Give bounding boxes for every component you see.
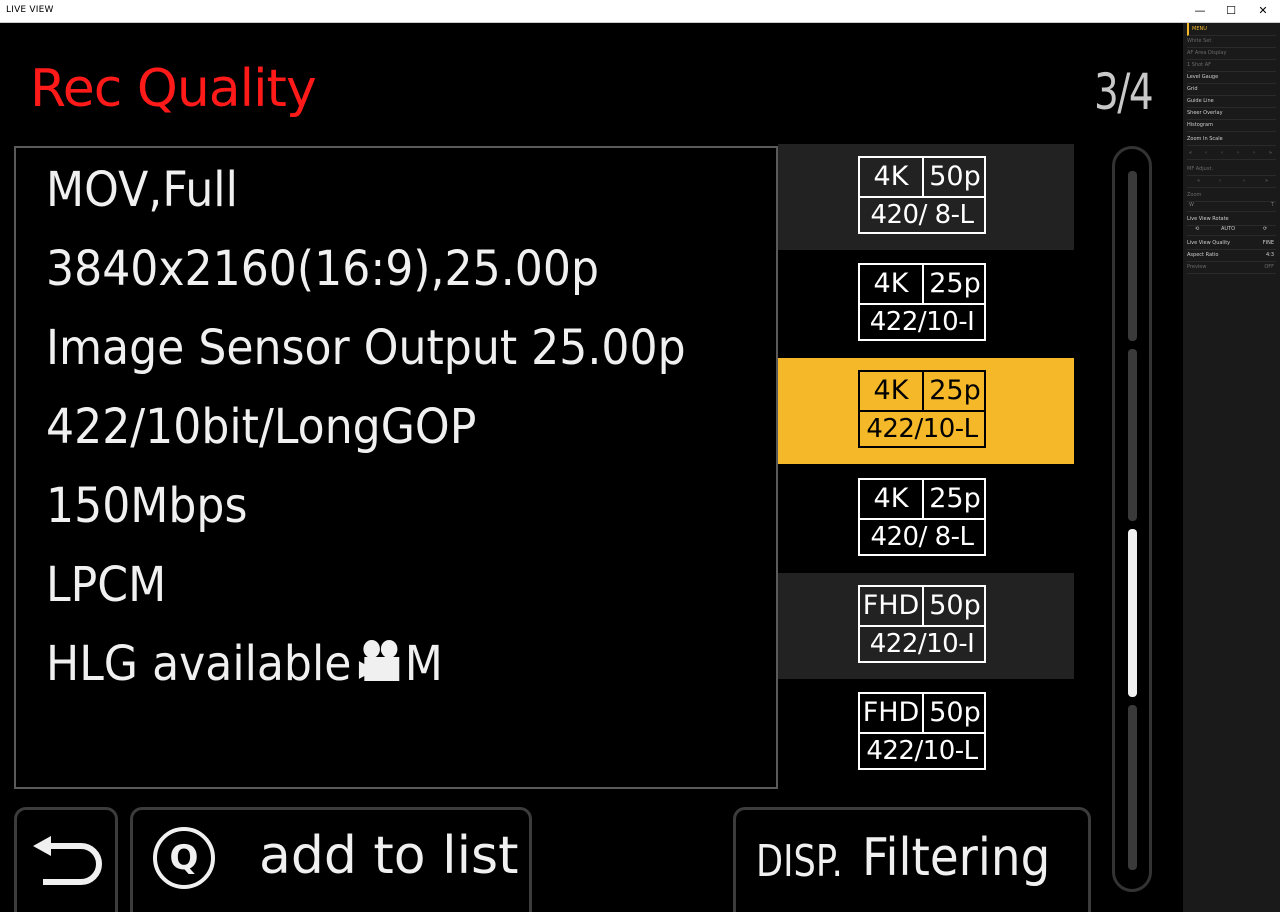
list-item[interactable]: FHD 50p 422/10-I: [778, 573, 1074, 679]
list-item[interactable]: 4K 25p 422/10-I: [778, 251, 1074, 357]
side-nav-row[interactable]: «‹ ‹ › ›»: [1187, 147, 1276, 160]
scrollbar-segment: [1128, 349, 1137, 521]
rotate-left-icon[interactable]: ⟲: [1195, 223, 1199, 235]
scrollbar[interactable]: [1112, 146, 1152, 892]
badge-fps: 50p: [929, 590, 981, 621]
page-indicator: 3/4: [1094, 63, 1154, 121]
badge-fps: 50p: [929, 161, 981, 192]
window-titlebar: LIVE VIEW — ☐ ✕: [0, 0, 1280, 23]
side-zoom-row[interactable]: WT: [1187, 199, 1276, 212]
badge-fps: 50p: [929, 697, 981, 728]
quality-badge: 4K 50p 420/ 8-L: [858, 156, 986, 234]
live-view-quality-label: Live View Quality: [1187, 240, 1231, 246]
list-item[interactable]: 4K 50p 420/ 8-L: [778, 144, 1074, 250]
info-audio: LPCM: [46, 557, 167, 613]
preview-value: OFF: [1264, 264, 1274, 270]
badge-format: 422/10-I: [869, 629, 975, 659]
quality-badge: FHD 50p 422/10-I: [858, 585, 986, 663]
camera-screen: Rec Quality 3/4 MOV,Full 3840x2160(16:9)…: [0, 23, 1180, 912]
info-hlg: HLG available M: [46, 636, 443, 695]
badge-resolution: 4K: [860, 480, 924, 518]
back-button[interactable]: [14, 807, 118, 912]
info-hlg-text: HLG available: [46, 636, 352, 692]
close-button[interactable]: ✕: [1248, 0, 1278, 22]
zoom-w-label: W: [1189, 202, 1194, 208]
quality-badge: 4K 25p 422/10-I: [858, 263, 986, 341]
page-title: Rec Quality: [30, 59, 317, 119]
preview-label: Preview: [1187, 264, 1207, 270]
side-item-histogram[interactable]: Histogram: [1187, 119, 1276, 132]
badge-format: 420/ 8-L: [870, 200, 974, 230]
badge-fps: 25p: [929, 268, 981, 299]
disp-key-label: DISP.: [756, 836, 843, 887]
badge-fps: 25p: [929, 375, 981, 406]
live-view-quality-value: FINE: [1262, 240, 1274, 246]
info-panel: MOV,Full 3840x2160(16:9),25.00p Image Se…: [14, 146, 778, 789]
scrollbar-segment: [1128, 705, 1137, 870]
quality-badge: 4K 25p 420/ 8-L: [858, 478, 986, 556]
quality-badge: FHD 50p 422/10-L: [858, 692, 986, 770]
badge-format: 422/10-L: [866, 414, 978, 444]
badge-fps: 25p: [929, 483, 981, 514]
maximize-button[interactable]: ☐: [1216, 0, 1246, 22]
badge-format: 422/10-I: [869, 307, 975, 337]
list-item[interactable]: FHD 50p 422/10-L: [778, 680, 1074, 786]
badge-resolution: FHD: [860, 587, 924, 625]
quality-badge: 4K 25p 422/10-L: [858, 370, 986, 448]
disp-filtering-button[interactable]: DISP. Filtering: [733, 807, 1091, 912]
side-item-zoom-in-scale[interactable]: Zoom In Scale: [1187, 133, 1276, 146]
scrollbar-thumb[interactable]: [1128, 529, 1137, 697]
badge-resolution: 4K: [860, 265, 924, 303]
info-bitrate: 150Mbps: [46, 478, 248, 534]
badge-format: 420/ 8-L: [870, 522, 974, 552]
info-codec: 422/10bit/LongGOP: [46, 399, 477, 455]
list-item-selected[interactable]: 4K 25p 422/10-L: [778, 358, 1074, 464]
list-item[interactable]: 4K 25p 420/ 8-L: [778, 466, 1074, 572]
aspect-ratio-value: 4:3: [1265, 252, 1274, 258]
q-button-icon: Q: [153, 827, 215, 889]
filtering-label: Filtering: [862, 828, 1051, 888]
add-to-list-label: add to list: [259, 826, 519, 886]
aspect-ratio-label: Aspect Ratio: [1187, 252, 1219, 258]
back-arrow-icon: [33, 836, 103, 892]
minimize-button[interactable]: —: [1185, 0, 1215, 22]
scrollbar-segment: [1128, 171, 1137, 341]
info-resolution: 3840x2160(16:9),25.00p: [46, 241, 600, 297]
side-mf-row[interactable]: «‹ ›»: [1187, 175, 1276, 188]
rotate-auto[interactable]: AUTO: [1221, 223, 1235, 235]
window-title: LIVE VIEW: [6, 5, 54, 15]
info-sensor-output: Image Sensor Output 25.00p: [46, 320, 686, 376]
rotate-right-icon[interactable]: ⟳: [1263, 223, 1267, 235]
badge-resolution: 4K: [860, 372, 924, 410]
movie-camera-icon: [358, 639, 405, 695]
side-item-preview[interactable]: Preview OFF: [1187, 261, 1276, 274]
add-to-list-button[interactable]: Q add to list: [130, 807, 532, 912]
side-panel: MENU White Set AF Area Display 1 Shot AF…: [1183, 23, 1280, 912]
badge-resolution: FHD: [860, 694, 924, 732]
side-rotate-row[interactable]: ⟲ AUTO ⟳: [1187, 223, 1276, 236]
info-format: MOV,Full: [46, 162, 238, 218]
badge-format: 422/10-L: [866, 736, 978, 766]
hlg-mode-letter: M: [404, 636, 443, 692]
zoom-t-label: T: [1271, 202, 1275, 208]
badge-resolution: 4K: [860, 158, 924, 196]
